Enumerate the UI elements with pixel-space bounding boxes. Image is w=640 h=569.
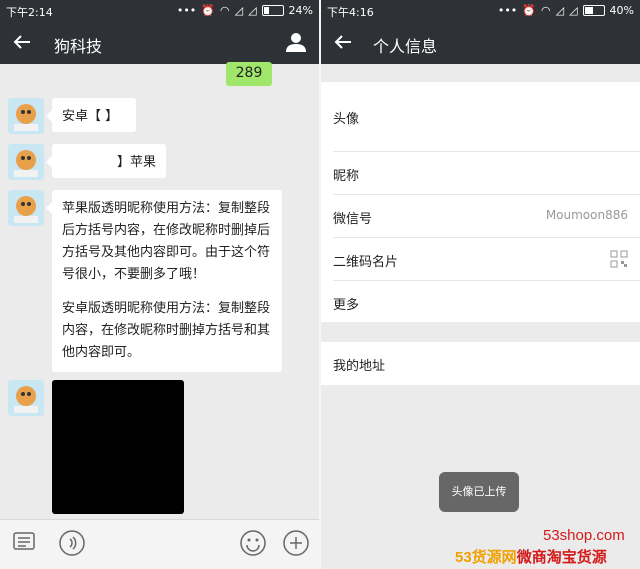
sender-avatar[interactable] bbox=[8, 190, 44, 226]
watermark-brand-b: 微商淘宝货源 bbox=[516, 549, 607, 566]
status-time: 下午4:16 bbox=[327, 6, 374, 19]
watermark-brand-a: 53货源网 bbox=[455, 549, 517, 566]
alarm-icon: ⏰ bbox=[201, 4, 215, 17]
message-text: 苹果版透明昵称使用方法：复制整段后方括号内容，在修改昵称时删掉后方括号及其他内容… bbox=[62, 201, 271, 282]
watermark-brand: 53货源网微商淘宝货源 bbox=[455, 546, 607, 567]
status-icons: ••• ⏰ ◠ ◿ ◿ 24% bbox=[177, 4, 313, 17]
back-arrow-icon[interactable] bbox=[331, 30, 355, 54]
signal-icon: ◿ bbox=[569, 4, 578, 17]
watermark-site: 53shop.com bbox=[543, 527, 625, 544]
wifi-icon: ◠ bbox=[220, 4, 230, 17]
row-avatar[interactable]: 头像 bbox=[321, 82, 640, 152]
row-label: 微信号 bbox=[333, 212, 373, 227]
row-label: 头像 bbox=[333, 112, 360, 127]
sender-avatar[interactable] bbox=[8, 380, 44, 416]
message-bubble[interactable]: 】苹果 bbox=[46, 144, 166, 178]
sender-avatar[interactable] bbox=[8, 144, 44, 180]
row-qr-card[interactable]: 二维码名片 bbox=[321, 238, 640, 281]
status-bar: 下午4:16 ••• ⏰ ◠ ◿ ◿ 40% bbox=[321, 0, 640, 22]
address-list: 我的地址 bbox=[321, 342, 640, 385]
profile-list: 头像 昵称 微信号 Moumoon886 二维码名片 更多 bbox=[321, 82, 640, 322]
page-title: 个人信息 bbox=[373, 37, 438, 56]
sent-message[interactable]: 289 bbox=[226, 62, 272, 86]
profile-screen: 下午4:16 ••• ⏰ ◠ ◿ ◿ 40% 个人信息 头像 昵称 微信号 Mo… bbox=[321, 0, 640, 569]
chat-input-bar bbox=[0, 519, 319, 569]
alarm-icon: ⏰ bbox=[522, 4, 536, 17]
row-address[interactable]: 我的地址 bbox=[321, 342, 640, 385]
row-more[interactable]: 更多 bbox=[321, 281, 640, 324]
row-label: 我的地址 bbox=[333, 359, 386, 374]
battery-level: 40% bbox=[609, 4, 634, 17]
wifi-icon: ◠ bbox=[541, 4, 551, 17]
message-bubble[interactable]: 苹果版透明昵称使用方法：复制整段后方括号内容，在修改昵称时删掉后方括号及其他内容… bbox=[46, 190, 282, 372]
status-time: 下午2:14 bbox=[6, 6, 53, 19]
chat-header: 狗科技 bbox=[0, 22, 319, 64]
emoji-icon[interactable] bbox=[239, 529, 267, 557]
row-wechat-id[interactable]: 微信号 Moumoon886 bbox=[321, 195, 640, 238]
more-dots-icon: ••• bbox=[497, 4, 518, 17]
signal-icon: ◿ bbox=[248, 4, 257, 17]
message-text: 安卓【 】 bbox=[62, 109, 119, 124]
qr-code-icon bbox=[610, 250, 628, 268]
message-text: 】苹果 bbox=[116, 155, 156, 170]
row-label: 更多 bbox=[333, 298, 360, 313]
message-text: 安卓版透明昵称使用方法：复制整段内容，在修改昵称时删掉方括号和其他内容即可。 bbox=[62, 301, 271, 360]
wechat-id-value: Moumoon886 bbox=[545, 208, 628, 222]
row-label: 昵称 bbox=[333, 169, 360, 184]
row-label: 二维码名片 bbox=[333, 255, 399, 270]
profile-header: 个人信息 bbox=[321, 22, 640, 64]
signal-icon: ◿ bbox=[555, 4, 565, 17]
status-icons: ••• ⏰ ◠ ◿ ◿ 40% bbox=[498, 4, 634, 17]
keyboard-menu-icon[interactable] bbox=[12, 530, 36, 554]
voice-input-icon[interactable] bbox=[58, 529, 86, 557]
plus-icon[interactable] bbox=[282, 529, 310, 557]
message-bubble[interactable]: 安卓【 】 bbox=[46, 98, 136, 132]
contact-profile-icon[interactable] bbox=[285, 31, 307, 53]
battery-level: 24% bbox=[288, 4, 313, 17]
chat-title: 狗科技 bbox=[54, 37, 103, 56]
battery-icon bbox=[261, 5, 284, 16]
sender-avatar[interactable] bbox=[8, 98, 44, 134]
toast-message: 头像已上传 bbox=[439, 472, 519, 512]
status-bar: 下午2:14 ••• ⏰ ◠ ◿ ◿ 24% bbox=[0, 0, 319, 22]
chat-screen: 下午2:14 ••• ⏰ ◠ ◿ ◿ 24% 狗科技 289 安卓【 】 】苹果… bbox=[0, 0, 319, 569]
row-nickname[interactable]: 昵称 bbox=[321, 152, 640, 195]
back-arrow-icon[interactable] bbox=[10, 30, 34, 54]
image-message[interactable] bbox=[52, 380, 184, 514]
battery-icon bbox=[582, 5, 605, 16]
signal-icon: ◿ bbox=[234, 4, 244, 17]
more-dots-icon: ••• bbox=[176, 4, 197, 17]
